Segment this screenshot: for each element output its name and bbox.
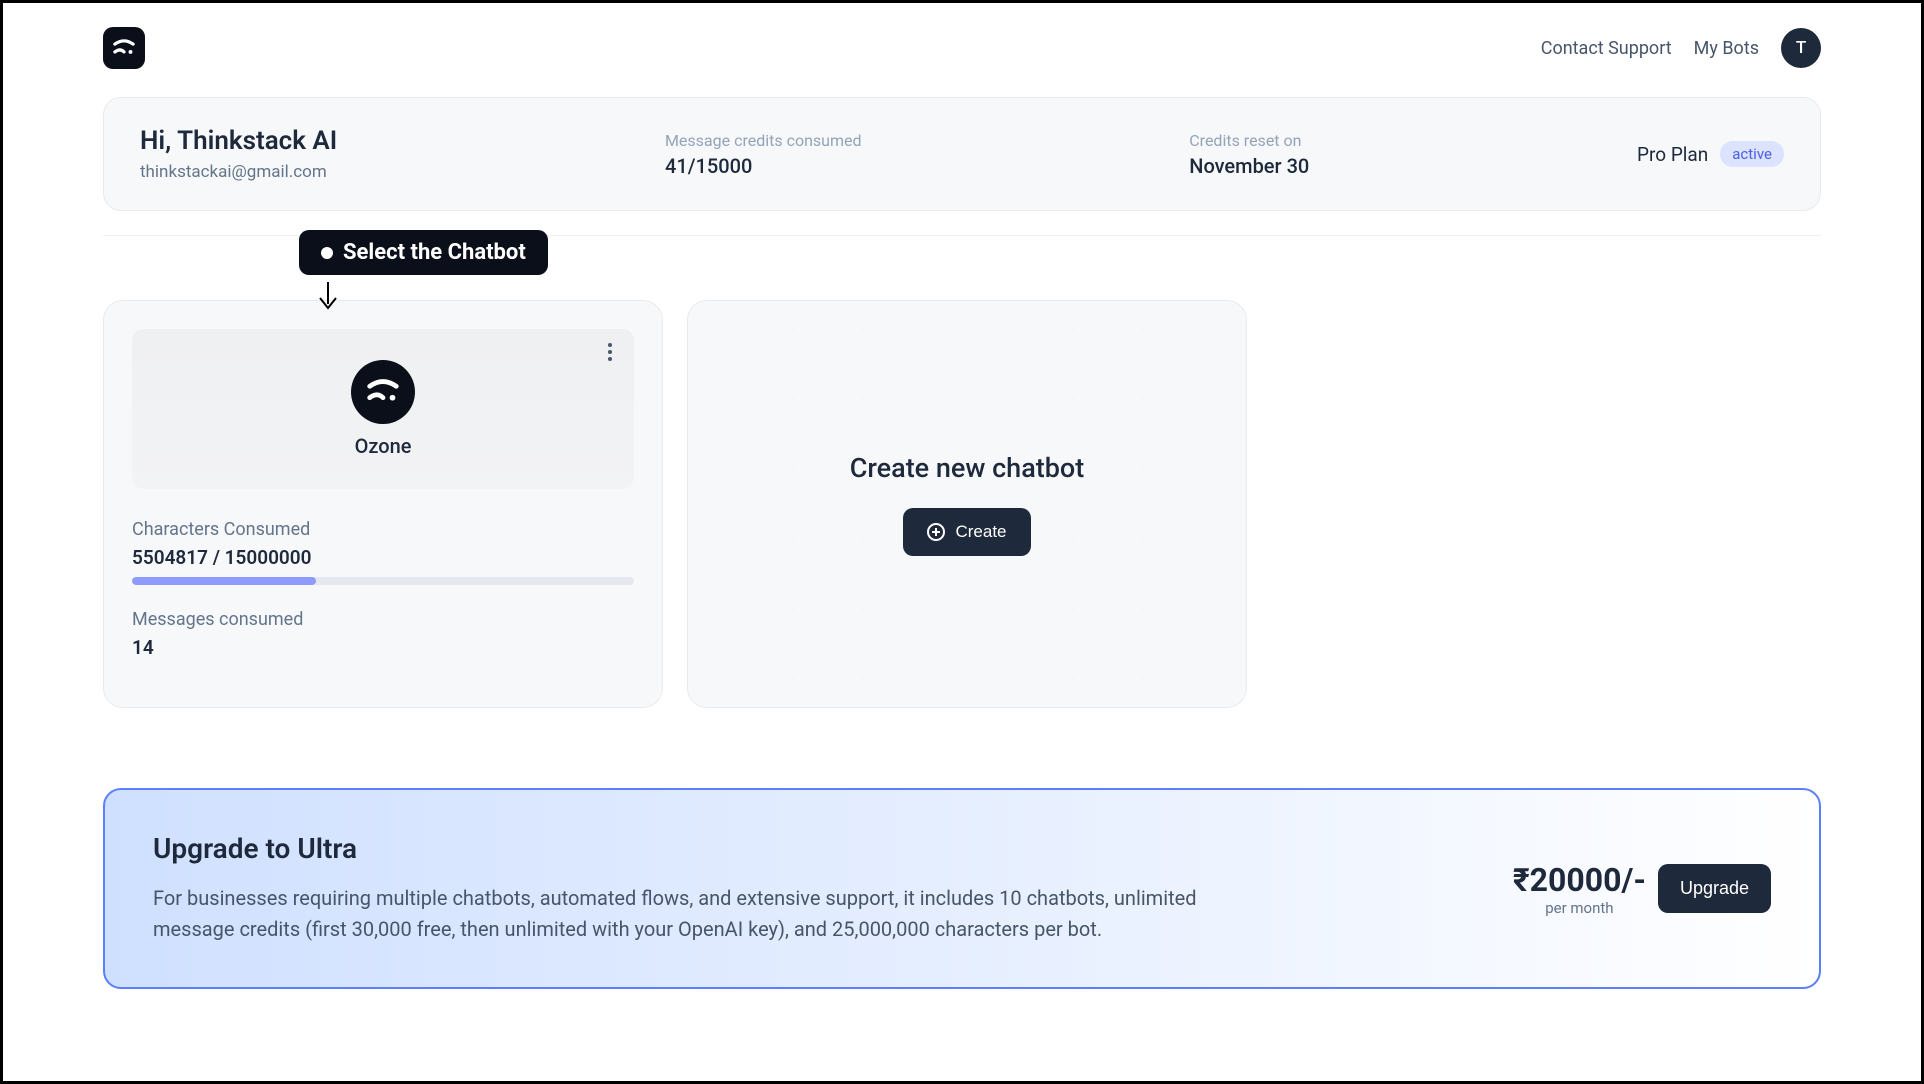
thinkstack-logo-icon (364, 373, 402, 411)
upgrade-title: Upgrade to Ultra (153, 832, 1213, 865)
account-email: thinkstackai@gmail.com (140, 162, 337, 182)
upgrade-period: per month (1513, 899, 1646, 917)
messages-consumed-value: 14 (132, 636, 634, 659)
chatbot-avatar (351, 360, 415, 424)
my-bots-link[interactable]: My Bots (1694, 38, 1759, 59)
onboarding-tooltip: Select the Chatbot (103, 236, 1821, 296)
create-button-label: Create (955, 522, 1006, 542)
characters-consumed-value: 5504817 / 15000000 (132, 546, 634, 569)
create-chatbot-card: Create new chatbot Create (687, 300, 1247, 708)
user-avatar[interactable]: T (1781, 28, 1821, 68)
contact-support-link[interactable]: Contact Support (1541, 38, 1672, 59)
app-logo[interactable] (103, 27, 145, 69)
chatbot-tile: Ozone (132, 329, 634, 489)
upgrade-button[interactable]: Upgrade (1658, 864, 1771, 913)
credits-consumed-value: 41/15000 (665, 154, 862, 178)
thinkstack-logo-icon (111, 35, 137, 61)
create-chatbot-title: Create new chatbot (850, 452, 1084, 484)
greeting-text: Hi, Thinkstack AI (140, 126, 337, 156)
characters-consumed-label: Characters Consumed (132, 519, 634, 540)
chatbot-name: Ozone (355, 434, 412, 458)
top-navigation: Contact Support My Bots T (103, 27, 1821, 97)
credits-reset-value: November 30 (1189, 154, 1309, 178)
upgrade-price: ₹20000/- (1513, 861, 1646, 899)
plan-status-badge: active (1720, 141, 1784, 167)
credits-reset-label: Credits reset on (1189, 131, 1309, 150)
kebab-menu-icon[interactable] (608, 343, 612, 361)
tooltip-dot-icon (321, 247, 333, 259)
account-summary-bar: Hi, Thinkstack AI thinkstackai@gmail.com… (103, 97, 1821, 211)
upgrade-description: For businesses requiring multiple chatbo… (153, 883, 1213, 945)
plan-name: Pro Plan (1637, 143, 1708, 166)
credits-consumed-label: Message credits consumed (665, 131, 862, 150)
messages-consumed-label: Messages consumed (132, 609, 634, 630)
upgrade-banner: Upgrade to Ultra For businesses requirin… (103, 788, 1821, 989)
characters-progress-bar (132, 577, 634, 585)
arrow-down-icon (315, 282, 341, 312)
chatbot-card[interactable]: Ozone Characters Consumed 5504817 / 1500… (103, 300, 663, 708)
create-button[interactable]: Create (903, 508, 1030, 556)
plus-circle-icon (927, 523, 945, 541)
tooltip-text: Select the Chatbot (343, 240, 526, 265)
